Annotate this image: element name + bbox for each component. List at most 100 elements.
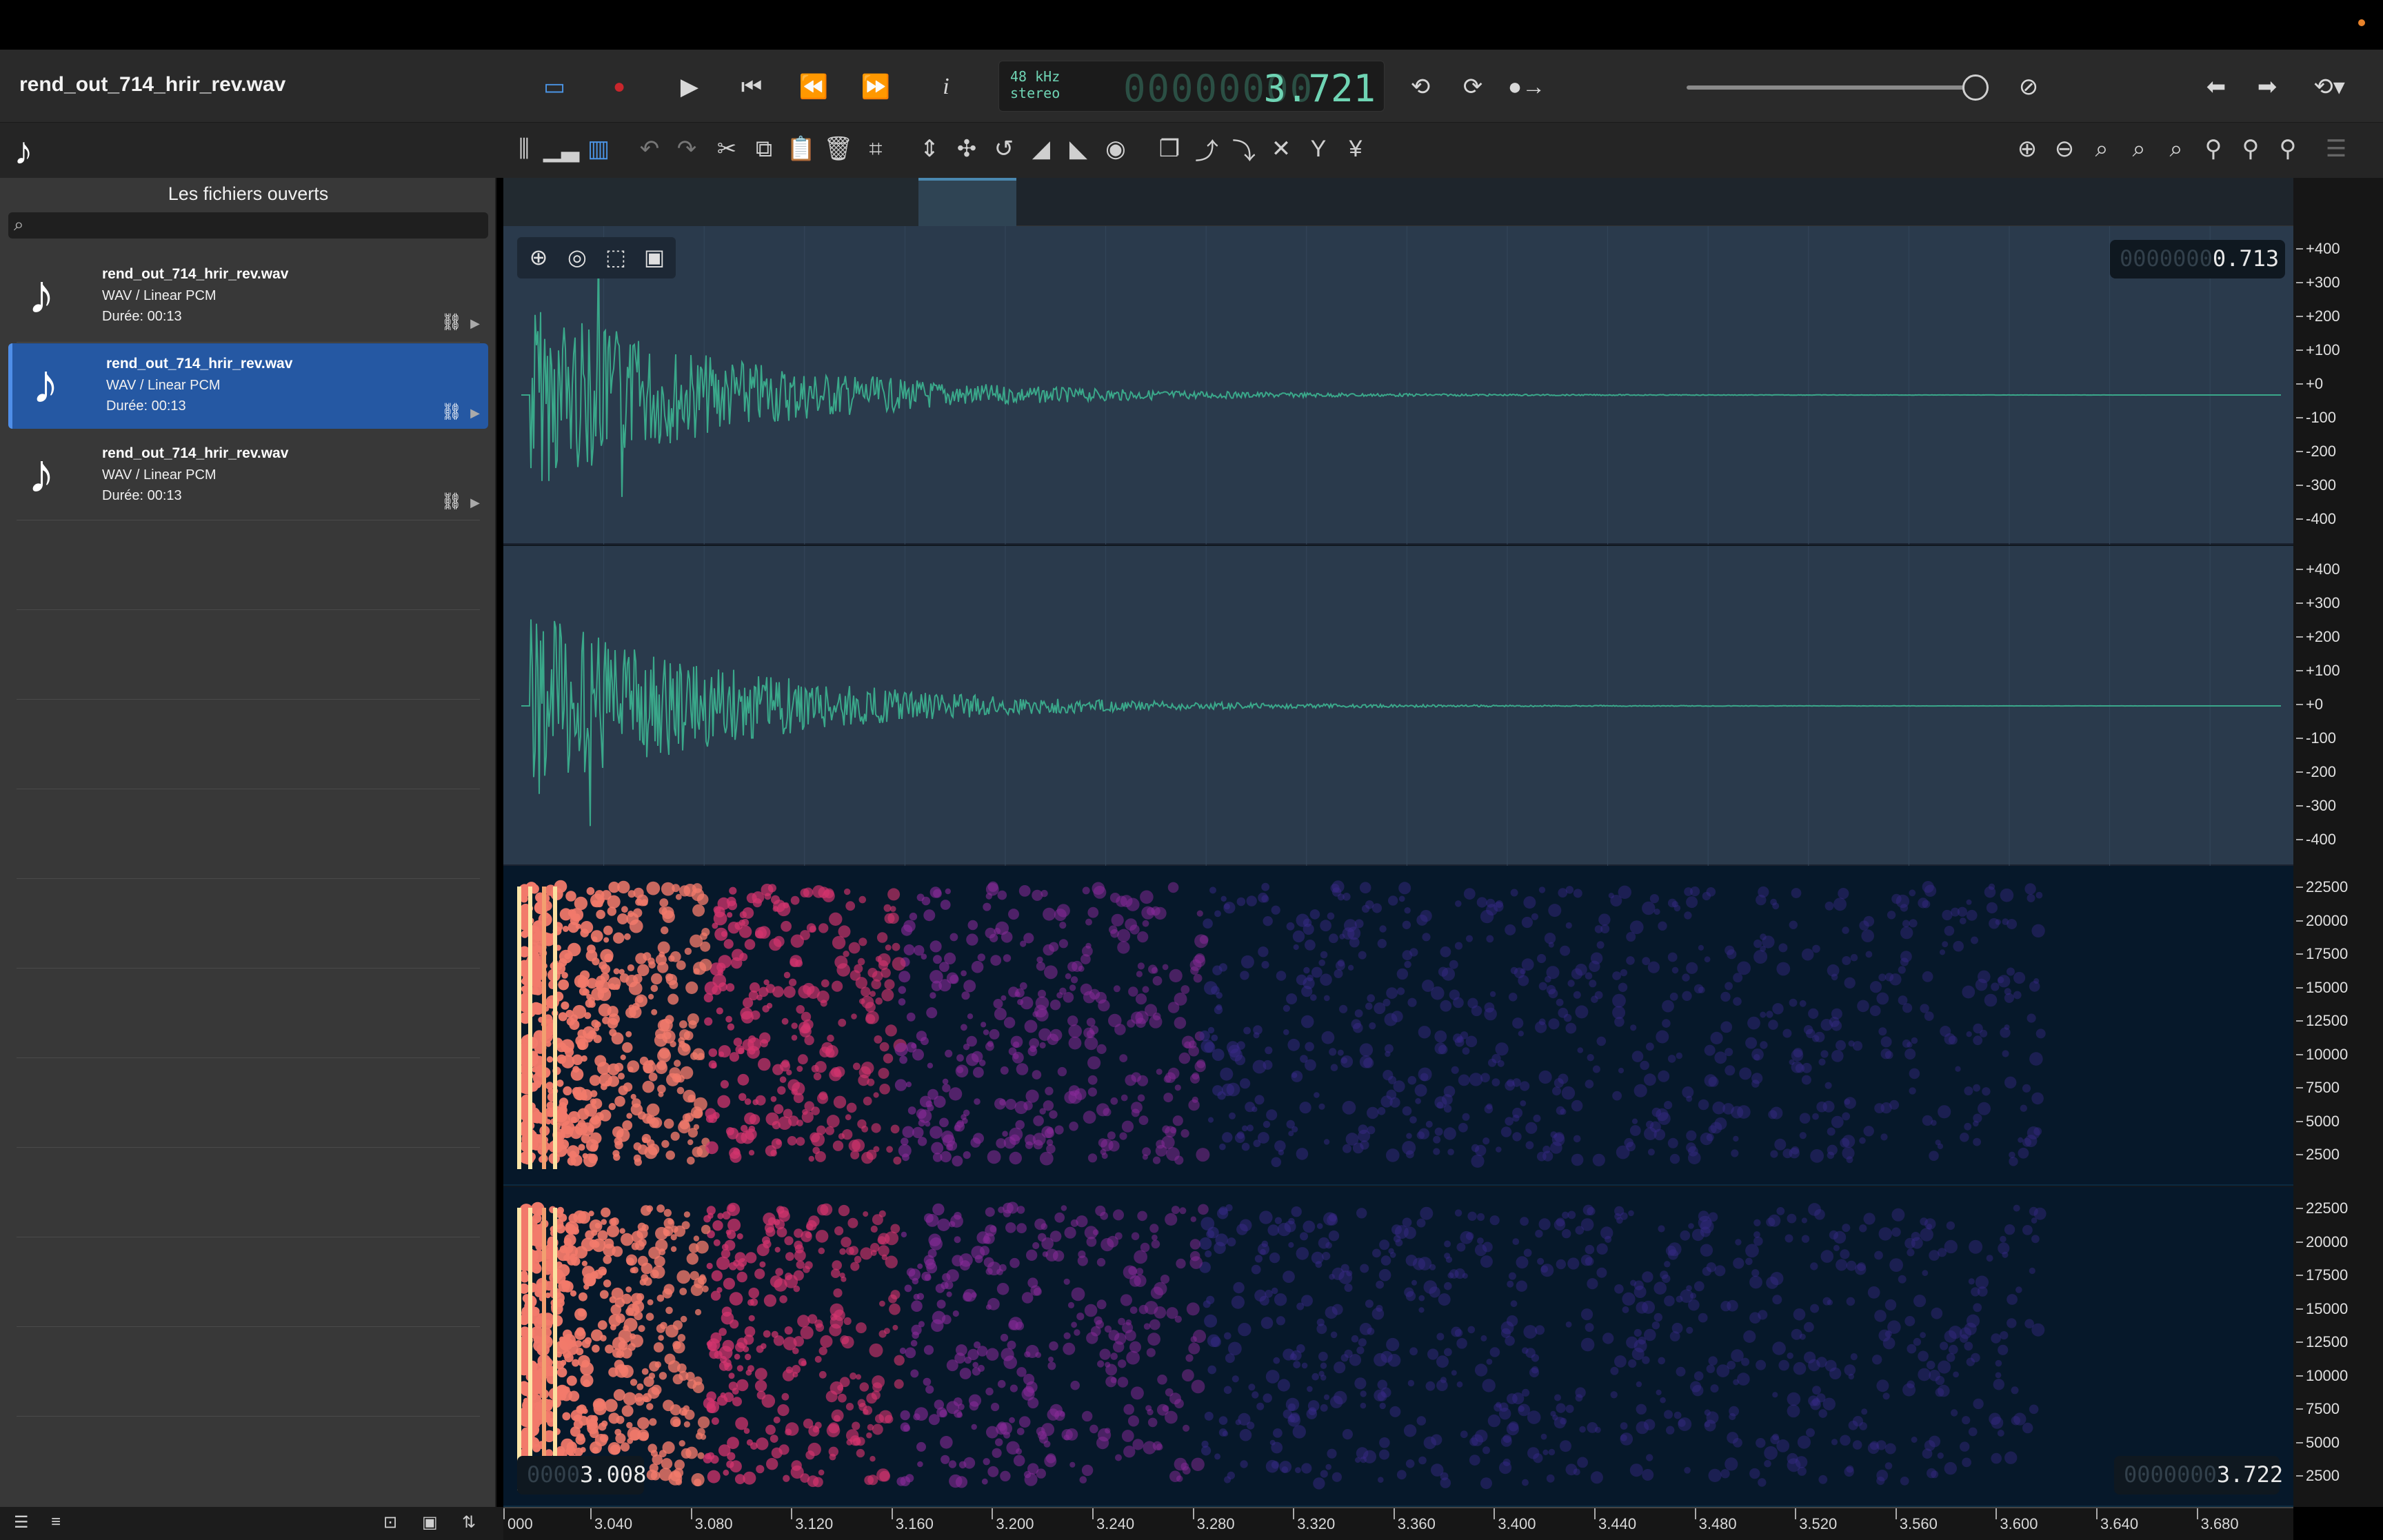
- spectrogram-cell: [1117, 929, 1131, 942]
- spectrogram-cell: [613, 932, 625, 944]
- volume-knob[interactable]: [1962, 74, 1989, 101]
- waveform-channel-left[interactable]: ⊕ ◎ ⬚ ▣ 00000000.713: [503, 226, 2293, 545]
- spectrogram-cell: [1266, 1109, 1278, 1121]
- mute-icon[interactable]: ⊘: [2009, 68, 2048, 106]
- spectrogram-cell: [1577, 1457, 1588, 1468]
- tool2-icon[interactable]: ⚲: [2234, 132, 2267, 165]
- caption-icon[interactable]: ⊡: [383, 1512, 397, 1532]
- waveform-channel-right[interactable]: [503, 546, 2293, 866]
- spectrogram-view-icon[interactable]: ▥: [582, 132, 615, 165]
- spectrogram-channel-left[interactable]: [503, 866, 2293, 1186]
- zoom-in-icon[interactable]: ⊕: [2011, 132, 2044, 165]
- effects-icon[interactable]: ◉: [1099, 132, 1132, 165]
- zoom-fit-icon[interactable]: ⌕: [2085, 132, 2118, 165]
- reverse-icon[interactable]: ↺: [987, 132, 1020, 165]
- skip-start-icon[interactable]: ⏮: [732, 68, 771, 106]
- copy-icon[interactable]: ⧉: [747, 132, 781, 165]
- spectrogram-cell: [1407, 1075, 1417, 1085]
- time-ruler[interactable]: 000 3.040 3.080 3.120 3.160 3.200 3.240 3.280 3.…: [503, 1507, 2293, 1540]
- fade-in-icon[interactable]: ◢: [1025, 132, 1058, 165]
- fade-out-icon[interactable]: ◣: [1062, 132, 1095, 165]
- tool1-icon[interactable]: ⚲: [2197, 132, 2230, 165]
- insert-silence-icon[interactable]: ✣: [950, 132, 983, 165]
- spectrogram-cell: [1789, 920, 1798, 929]
- link-icon[interactable]: ⛓: [441, 492, 462, 511]
- spectrum-view-icon[interactable]: ▁▃: [543, 132, 579, 165]
- undo-icon[interactable]: ↶: [633, 132, 666, 165]
- snapshot-icon[interactable]: ▣: [639, 240, 670, 274]
- spectrogram-cell: [1089, 989, 1100, 1000]
- back-arrow-icon[interactable]: ⬅: [2197, 68, 2235, 106]
- scrub-icon[interactable]: ◎: [561, 240, 593, 274]
- zoom-selection-icon[interactable]: ⌕: [2122, 132, 2155, 165]
- zoom-out-icon[interactable]: ⊖: [2048, 132, 2081, 165]
- list-view-icon[interactable]: ☰: [14, 1512, 29, 1532]
- cut-icon[interactable]: ✂: [710, 132, 743, 165]
- play-arrow-icon[interactable]: ▶: [470, 316, 480, 331]
- file-item[interactable]: ♪ rend_out_714_hrir_rev.wav WAV / Linear…: [8, 254, 488, 339]
- spectrogram-cell: [1804, 1321, 1814, 1333]
- rewind-icon[interactable]: ⏪: [794, 68, 833, 106]
- spectrogram-cell: [961, 991, 970, 1000]
- record-icon[interactable]: ●: [600, 68, 639, 106]
- time-label: 3.440: [1598, 1515, 1637, 1532]
- delete-icon[interactable]: 🗑: [822, 132, 855, 165]
- loop-icon[interactable]: ⟲: [1401, 68, 1440, 106]
- crop-icon[interactable]: ⌗: [859, 132, 892, 165]
- spectrogram-cell: [1629, 1463, 1643, 1477]
- spectrogram-cell: [750, 1298, 758, 1306]
- duplicate-icon[interactable]: ❐: [1153, 132, 1186, 165]
- redo-icon[interactable]: ↷: [670, 132, 703, 165]
- cue-icon[interactable]: ●→: [1507, 68, 1546, 106]
- spectrogram-cell: [1246, 895, 1257, 906]
- spectrogram-cell: [712, 973, 727, 988]
- image-icon[interactable]: ▣: [422, 1512, 438, 1532]
- play-arrow-icon[interactable]: ▶: [470, 496, 480, 510]
- zoom-icon[interactable]: ⊕: [523, 240, 554, 274]
- paste-icon[interactable]: 📋: [785, 132, 818, 165]
- spectrogram-cell: [1971, 936, 1978, 944]
- link-icon[interactable]: ⛓: [441, 402, 462, 422]
- swap-channels-icon[interactable]: ✕: [1265, 132, 1298, 165]
- sort-icon[interactable]: ⇅: [462, 1512, 476, 1532]
- spectrogram-cell: [556, 1080, 564, 1087]
- overview-window[interactable]: [918, 178, 1016, 226]
- merge-icon[interactable]: Y: [1302, 132, 1335, 165]
- history-icon[interactable]: ⟲▾: [2310, 68, 2349, 106]
- spectrogram-cell: [779, 1295, 787, 1304]
- zoom-reset-icon[interactable]: ⌕: [2160, 132, 2193, 165]
- spectrogram-cell: [976, 1346, 988, 1357]
- waveform-editor[interactable]: ⊕ ◎ ⬚ ▣ 00000000.713 00003.008 00000003.…: [503, 178, 2293, 1507]
- spectrogram-cell: [995, 1438, 1003, 1446]
- link-icon[interactable]: ⛓: [441, 312, 462, 332]
- overview-strip[interactable]: [503, 178, 2293, 226]
- tool3-icon[interactable]: ⚲: [2271, 132, 2304, 165]
- spectrogram-cell: [1678, 1417, 1692, 1431]
- spectrogram-cell: [1000, 1333, 1009, 1342]
- spectrogram-channel-right[interactable]: 00003.008 00000003.722: [503, 1187, 2293, 1507]
- spectrogram-cell: [1846, 1260, 1857, 1271]
- volume-slider[interactable]: [1687, 85, 1976, 90]
- normalize-icon[interactable]: ⇕: [913, 132, 946, 165]
- search-input[interactable]: ⌕: [8, 212, 488, 239]
- spectrogram-cell: [791, 1022, 798, 1029]
- ruler-tick: [2296, 569, 2303, 570]
- forward-arrow-icon[interactable]: ➡: [2248, 68, 2286, 106]
- fast-forward-icon[interactable]: ⏩: [856, 68, 895, 106]
- split-icon[interactable]: ¥: [1339, 132, 1372, 165]
- sidebar-toggle-icon[interactable]: ▭: [535, 68, 574, 106]
- select-icon[interactable]: ⬚: [600, 240, 632, 274]
- spectrogram-cell: [900, 1410, 910, 1421]
- list-icon[interactable]: ☰: [2320, 132, 2353, 165]
- file-item[interactable]: ♪ rend_out_714_hrir_rev.wav WAV / Linear…: [8, 433, 488, 518]
- info-icon[interactable]: i: [927, 68, 965, 106]
- play-arrow-icon[interactable]: ▶: [470, 406, 480, 421]
- compact-view-icon[interactable]: ≡: [51, 1512, 61, 1532]
- file-item-selected[interactable]: ♪ rend_out_714_hrir_rev.wav WAV / Linear…: [8, 343, 488, 429]
- loop-selection-icon[interactable]: ⟳: [1454, 68, 1492, 106]
- waveform-view-icon[interactable]: ⫼: [507, 132, 541, 165]
- curve-left-icon[interactable]: ⤴: [1190, 132, 1223, 165]
- curve-right-icon[interactable]: ⤵: [1227, 132, 1260, 165]
- play-icon[interactable]: ▶: [670, 68, 709, 106]
- spectrogram-cell: [892, 1324, 898, 1330]
